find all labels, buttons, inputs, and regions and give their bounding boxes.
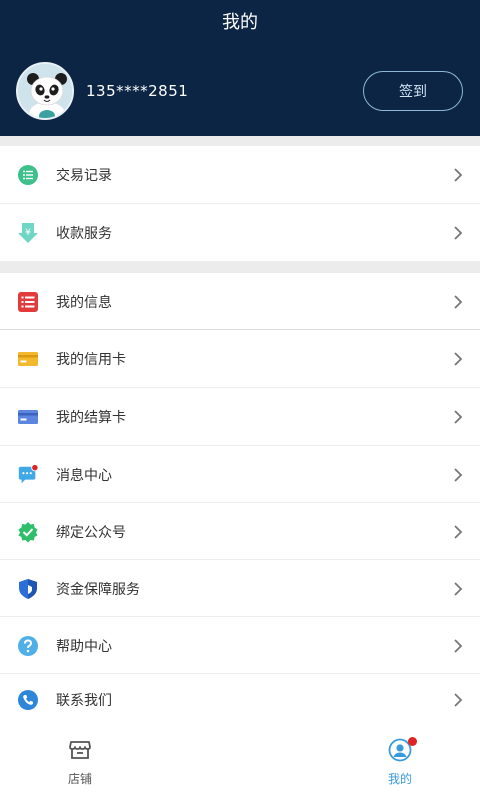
page-title: 我的	[222, 12, 258, 33]
chevron-right-icon	[454, 638, 463, 653]
menu-item-label: 资金保障服务	[56, 581, 140, 598]
chevron-right-icon	[454, 581, 463, 596]
section-gap	[0, 136, 480, 146]
menu-item-bind-official-account[interactable]: 绑定公众号	[0, 503, 480, 560]
menu-item-label: 帮助中心	[56, 638, 112, 655]
menu-item-label: 交易记录	[56, 167, 112, 184]
phone-number: 135****2851	[86, 82, 189, 100]
tab-label: 店铺	[67, 772, 92, 786]
chevron-right-icon	[454, 294, 463, 309]
menu-item-label: 我的结算卡	[56, 409, 126, 426]
svg-text:¥: ¥	[25, 228, 31, 238]
notification-badge	[408, 737, 417, 746]
tab-label: 我的	[387, 772, 412, 786]
tab-mine[interactable]: 我的	[340, 726, 460, 800]
chevron-right-icon	[454, 467, 463, 482]
menu-item-help-center[interactable]: 帮助中心	[0, 617, 480, 674]
yen-down-arrow-icon: ¥	[17, 222, 39, 244]
chevron-right-icon	[454, 225, 463, 240]
chevron-right-icon	[454, 693, 463, 707]
chevron-right-icon	[454, 167, 463, 182]
menu-item-my-settlement-card[interactable]: 我的结算卡	[0, 388, 480, 445]
panda-avatar-icon	[18, 64, 72, 118]
menu-item-label: 收款服务	[56, 225, 112, 242]
section-gap	[0, 261, 480, 273]
chevron-right-icon	[454, 524, 463, 539]
menu-item-label: 消息中心	[56, 467, 112, 484]
settlement-card-icon	[17, 406, 39, 428]
menu-item-contact-us[interactable]: 联系我们	[0, 674, 480, 726]
menu-item-payment-service[interactable]: ¥ 收款服务	[0, 204, 480, 261]
list-circle-icon	[17, 164, 39, 186]
phone-icon	[17, 689, 39, 711]
avatar[interactable]	[16, 62, 74, 120]
menu-item-label: 绑定公众号	[56, 524, 126, 541]
menu-item-label: 我的信用卡	[56, 351, 126, 368]
chevron-right-icon	[454, 409, 463, 424]
message-icon	[17, 463, 39, 486]
credit-card-icon	[17, 348, 39, 370]
checkin-button[interactable]: 签到	[363, 71, 463, 111]
menu-item-label: 联系我们	[56, 693, 112, 709]
verified-badge-icon	[17, 521, 39, 543]
help-icon	[17, 635, 39, 657]
menu-item-fund-protection[interactable]: 资金保障服务	[0, 560, 480, 617]
menu-item-transaction-records[interactable]: 交易记录	[0, 146, 480, 203]
shield-icon	[17, 578, 39, 600]
store-icon	[69, 741, 91, 759]
menu-item-message-center[interactable]: 消息中心	[0, 446, 480, 503]
chevron-right-icon	[454, 351, 463, 366]
profile-header: 我的 135****2851 签到	[0, 0, 480, 136]
menu-item-my-credit-card[interactable]: 我的信用卡	[0, 330, 480, 387]
bottom-tab-bar: 店铺 我的	[0, 726, 480, 800]
menu-item-label: 我的信息	[56, 294, 112, 311]
info-list-icon	[17, 291, 39, 313]
tab-store[interactable]: 店铺	[20, 726, 140, 800]
menu-item-my-info[interactable]: 我的信息	[0, 273, 480, 330]
